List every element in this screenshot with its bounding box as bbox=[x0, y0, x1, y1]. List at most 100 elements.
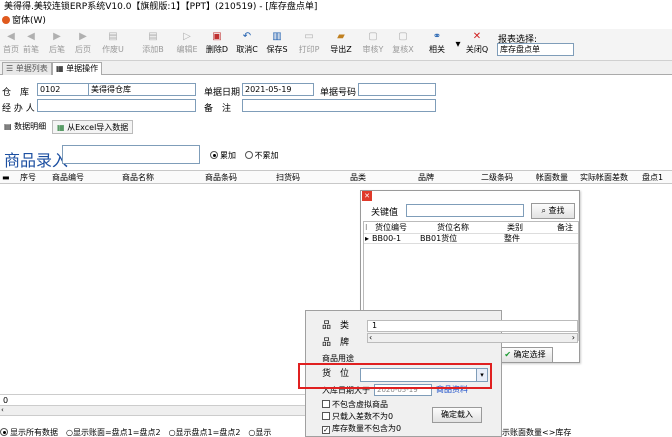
scroll-left-icon: ‹ bbox=[369, 333, 373, 342]
audit-button[interactable]: ▢ 审核Y bbox=[360, 31, 386, 59]
search-icon: ⌕ bbox=[541, 206, 546, 215]
radio-no-accumulate[interactable]: 不累加 bbox=[244, 151, 279, 160]
col-location-name[interactable]: 货位名称 bbox=[437, 223, 469, 233]
next-icon: ▶ bbox=[53, 31, 61, 42]
radio-accumulate[interactable]: 累加 bbox=[210, 151, 236, 160]
col-book-qty[interactable]: 帐面数量 bbox=[536, 172, 568, 184]
chk-only-diff[interactable]: 只载入差数不为0 bbox=[322, 411, 393, 423]
prev-icon: ◀ bbox=[27, 31, 35, 42]
chk-no-virtual[interactable]: 不包含虚拟商品 bbox=[322, 399, 388, 411]
col-barcode[interactable]: 商品条码 bbox=[205, 172, 237, 184]
popup-scroll-bottom[interactable]: ‹ › bbox=[367, 333, 578, 343]
excel-icon: ▦ bbox=[57, 123, 65, 132]
col-category[interactable]: 品类 bbox=[350, 172, 366, 184]
related-button[interactable]: ⚭ 相关 bbox=[424, 31, 450, 59]
delete-button[interactable]: ▣ 删除D bbox=[204, 31, 230, 59]
col-location-type[interactable]: 类别 bbox=[507, 223, 523, 233]
save-button[interactable]: ▥ 保存S bbox=[264, 31, 290, 59]
tab-data-detail[interactable]: ▤ 数据明细 bbox=[0, 120, 50, 134]
product-entry-input[interactable] bbox=[62, 145, 200, 164]
keyword-input[interactable] bbox=[406, 204, 524, 217]
doc-tabs: ☰ 单据列表 ▦ 单据操作 bbox=[0, 61, 672, 75]
window-title: 美得得.美较连锁ERP系统V10.0【旗舰版:1】【PPT】(210519) -… bbox=[0, 0, 672, 14]
docno-field[interactable] bbox=[358, 83, 436, 96]
grid-footer-total: 0 bbox=[0, 394, 305, 406]
add-button[interactable]: ▤ 添加B bbox=[140, 31, 166, 59]
col-brand[interactable]: 品牌 bbox=[418, 172, 434, 184]
close-button[interactable]: ✕ 关闭Q bbox=[464, 31, 490, 59]
date-field[interactable]: 2021-05-19 bbox=[242, 83, 314, 96]
warehouse-label: 仓 库 bbox=[2, 88, 30, 98]
scroll-right-icon: › bbox=[571, 333, 575, 342]
edit-icon: ▷ bbox=[183, 31, 191, 42]
undo-icon: ↶ bbox=[242, 31, 252, 42]
report-select[interactable]: 库存盘点单 bbox=[497, 43, 574, 56]
warehouse-name-field[interactable]: 美得得仓库 bbox=[88, 83, 196, 96]
remark-label: 备 注 bbox=[204, 104, 232, 114]
table-row[interactable]: ▸ BB00-1 BB01货位 整件 bbox=[364, 233, 578, 244]
row-marker-icon: ⁝ bbox=[365, 223, 368, 232]
cell-location-name: BB01货位 bbox=[420, 234, 458, 243]
tab-doc-ops[interactable]: ▦ 单据操作 bbox=[52, 62, 103, 75]
radio-show-all[interactable] bbox=[0, 428, 8, 436]
cell-location-code: BB00-1 bbox=[372, 234, 402, 243]
warehouse-code-field[interactable]: 0102 bbox=[37, 83, 89, 96]
handler-label: 经 办 人 bbox=[2, 104, 35, 114]
search-button[interactable]: ⌕ 查找 bbox=[531, 203, 575, 219]
edit-button[interactable]: ▷ 编辑E bbox=[174, 31, 200, 59]
menu-window[interactable]: 窗体(W) bbox=[12, 16, 46, 26]
cell-location-type: 整件 bbox=[504, 234, 520, 243]
col-count1[interactable]: 盘点1 bbox=[642, 172, 663, 184]
void-button[interactable]: ▤ 作废U bbox=[100, 31, 126, 59]
col-product-name[interactable]: 商品名称 bbox=[122, 172, 154, 184]
print-icon: ▭ bbox=[304, 31, 314, 42]
tab-excel-import[interactable]: ▦ 从Excel导入数据 bbox=[52, 120, 134, 134]
col-seq[interactable]: 序号 bbox=[20, 172, 36, 184]
col-scan-code[interactable]: 扫货码 bbox=[276, 172, 300, 184]
last-icon: ▶ bbox=[79, 31, 87, 42]
horizontal-scrollbar[interactable]: ‹ bbox=[0, 406, 305, 416]
confirm-load-button[interactable]: 确定载入 bbox=[432, 407, 482, 423]
first-icon: ◀ bbox=[7, 31, 15, 42]
row-selector-icon: ▬ bbox=[2, 173, 10, 182]
tab-doc-list[interactable]: ☰ 单据列表 bbox=[2, 62, 52, 75]
related-dropdown[interactable]: ▾ bbox=[452, 31, 460, 59]
col-diff[interactable]: 实际帐面差数 bbox=[580, 172, 628, 184]
confirm-select-button[interactable]: ✔ 确定选择 bbox=[497, 347, 553, 363]
check-icon: ✓ bbox=[322, 426, 330, 434]
cancel-button[interactable]: ↶ 取消C bbox=[234, 31, 260, 59]
brand-label: 品 牌 bbox=[322, 338, 350, 348]
col-location-note[interactable]: 备注 bbox=[557, 223, 573, 233]
highlight-box bbox=[298, 363, 492, 389]
add-icon: ▤ bbox=[148, 31, 158, 42]
detail-tabs: ▤ 数据明细 ▦ 从Excel导入数据 bbox=[0, 118, 672, 134]
col-second-barcode[interactable]: 二级条码 bbox=[481, 172, 513, 184]
chk-stock-nonzero[interactable]: ✓ 库存数量不包含为0 bbox=[322, 423, 401, 435]
grid-header: ▬ 序号 商品编号 商品名称 商品条码 扫货码 品类 品牌 二级条码 帐面数量 … bbox=[0, 170, 672, 184]
first-page-button[interactable]: ◀ 首页 bbox=[0, 31, 22, 59]
list-icon: ☰ bbox=[6, 64, 14, 73]
row-pointer-icon: ▸ bbox=[365, 234, 370, 243]
handler-field[interactable] bbox=[37, 99, 196, 112]
app-icon bbox=[2, 16, 10, 24]
recheck-button[interactable]: ▢ 复核X bbox=[390, 31, 416, 59]
print-button[interactable]: ▭ 打印P bbox=[296, 31, 322, 59]
prev-button[interactable]: ◀ 前笔 bbox=[20, 31, 42, 59]
export-button[interactable]: ▰ 导出Z bbox=[328, 31, 354, 59]
category-label: 品 类 bbox=[322, 321, 350, 331]
col-location-code[interactable]: 货位编号 bbox=[375, 223, 407, 233]
next-button[interactable]: ▶ 后笔 bbox=[46, 31, 68, 59]
check-icon: ✔ bbox=[504, 350, 512, 359]
link-icon: ⚭ bbox=[432, 31, 442, 42]
close-icon[interactable]: ✕ bbox=[362, 191, 372, 201]
remark-field[interactable] bbox=[242, 99, 436, 112]
audit-icon: ▢ bbox=[368, 31, 378, 42]
last-page-button[interactable]: ▶ 后页 bbox=[72, 31, 94, 59]
category-value-field[interactable]: 1 bbox=[367, 320, 578, 332]
col-product-code[interactable]: 商品编号 bbox=[52, 172, 84, 184]
delete-icon: ▣ bbox=[212, 31, 222, 42]
export-icon: ▰ bbox=[337, 31, 345, 42]
chevron-down-icon: ▾ bbox=[455, 39, 461, 50]
menu-bar: 窗体(W) bbox=[0, 14, 672, 29]
doc-icon: ▤ bbox=[4, 122, 12, 131]
